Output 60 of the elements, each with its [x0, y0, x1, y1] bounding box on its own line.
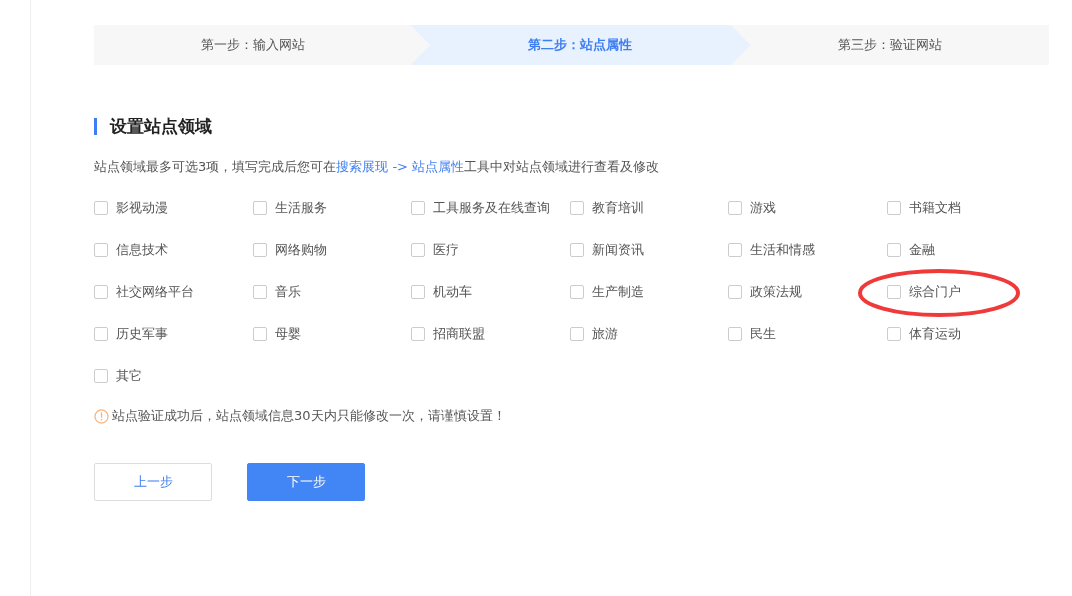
checkbox-label: 旅游: [591, 325, 618, 343]
next-step-button[interactable]: 下一步: [247, 463, 365, 501]
checkbox[interactable]: [728, 201, 742, 215]
checkbox[interactable]: [94, 201, 108, 215]
checkbox[interactable]: [411, 285, 425, 299]
section-title: 设置站点领域: [110, 115, 212, 138]
checkbox-label: 历史军事: [116, 325, 168, 343]
checkbox-label: 影视动漫: [116, 199, 168, 217]
checkbox-label: 金融: [908, 241, 935, 259]
checkbox[interactable]: [886, 201, 901, 215]
checkbox[interactable]: [886, 243, 901, 257]
checkbox[interactable]: [252, 285, 267, 299]
checkbox-label: 音乐: [274, 283, 301, 301]
checkbox-label: 网络购物: [274, 241, 327, 259]
checkbox[interactable]: [252, 327, 267, 341]
step-tab[interactable]: 第二步：站点属性: [410, 25, 751, 65]
checkbox-label: 母婴: [274, 325, 301, 343]
checkbox[interactable]: [728, 327, 742, 341]
checkbox[interactable]: [886, 327, 901, 341]
checkbox[interactable]: [411, 201, 425, 215]
checkbox[interactable]: [94, 327, 108, 341]
checkbox-label: 生活服务: [274, 199, 327, 217]
checkbox-label: 民生: [750, 325, 776, 343]
checkbox[interactable]: [886, 285, 901, 299]
checkbox-label: 招商联盟: [433, 325, 485, 343]
checkbox[interactable]: [411, 243, 425, 257]
checkbox[interactable]: [252, 243, 267, 257]
checkbox-label: 体育运动: [908, 325, 961, 343]
description-text: 站点领域最多可选3项，填写完成后您可在搜索展现 -> 站点属性工具中对站点领域进行查看及修改: [94, 158, 661, 176]
checkbox-label: 生活和情感: [750, 241, 815, 259]
checkbox[interactable]: [569, 285, 584, 299]
checkbox[interactable]: [728, 285, 742, 299]
checkbox-label: 社交网络平台: [116, 283, 194, 301]
checkbox-label: 书籍文档: [908, 199, 961, 217]
checkbox-label: 政策法规: [750, 283, 802, 301]
checkbox-label: 新闻资讯: [591, 241, 644, 259]
checkbox-label: 机动车: [433, 283, 472, 301]
checkbox[interactable]: [569, 243, 584, 257]
checkbox-label: 医疗: [433, 241, 459, 259]
checkbox[interactable]: [569, 201, 584, 215]
site-attributes-link[interactable]: 站点属性: [412, 159, 465, 174]
checkbox[interactable]: [94, 285, 108, 299]
checkbox[interactable]: [94, 369, 108, 383]
warning-text: 站点验证成功后，站点领域信息30天内只能修改一次，请谨慎设置！: [112, 407, 506, 425]
checkbox-label: 工具服务及在线查询: [433, 199, 550, 217]
checkbox[interactable]: [728, 243, 742, 257]
checkbox[interactable]: [569, 327, 584, 341]
warning-icon: [94, 408, 109, 424]
checkbox-label: 其它: [116, 367, 142, 385]
checkbox-label: 教育培训: [591, 199, 644, 217]
checkbox[interactable]: [94, 243, 108, 257]
checkbox-label: 游戏: [750, 199, 776, 217]
checkbox[interactable]: [252, 201, 267, 215]
checkbox-label: 综合门户: [908, 283, 961, 301]
checkbox-label: 生产制造: [591, 283, 644, 301]
step-tab[interactable]: 第一步：输入网站: [94, 25, 413, 65]
previous-step-button[interactable]: 上一步: [94, 463, 212, 501]
search-display-link[interactable]: 搜索展现: [336, 159, 389, 174]
checkbox-label: 信息技术: [116, 241, 168, 259]
checkbox[interactable]: [411, 327, 425, 341]
